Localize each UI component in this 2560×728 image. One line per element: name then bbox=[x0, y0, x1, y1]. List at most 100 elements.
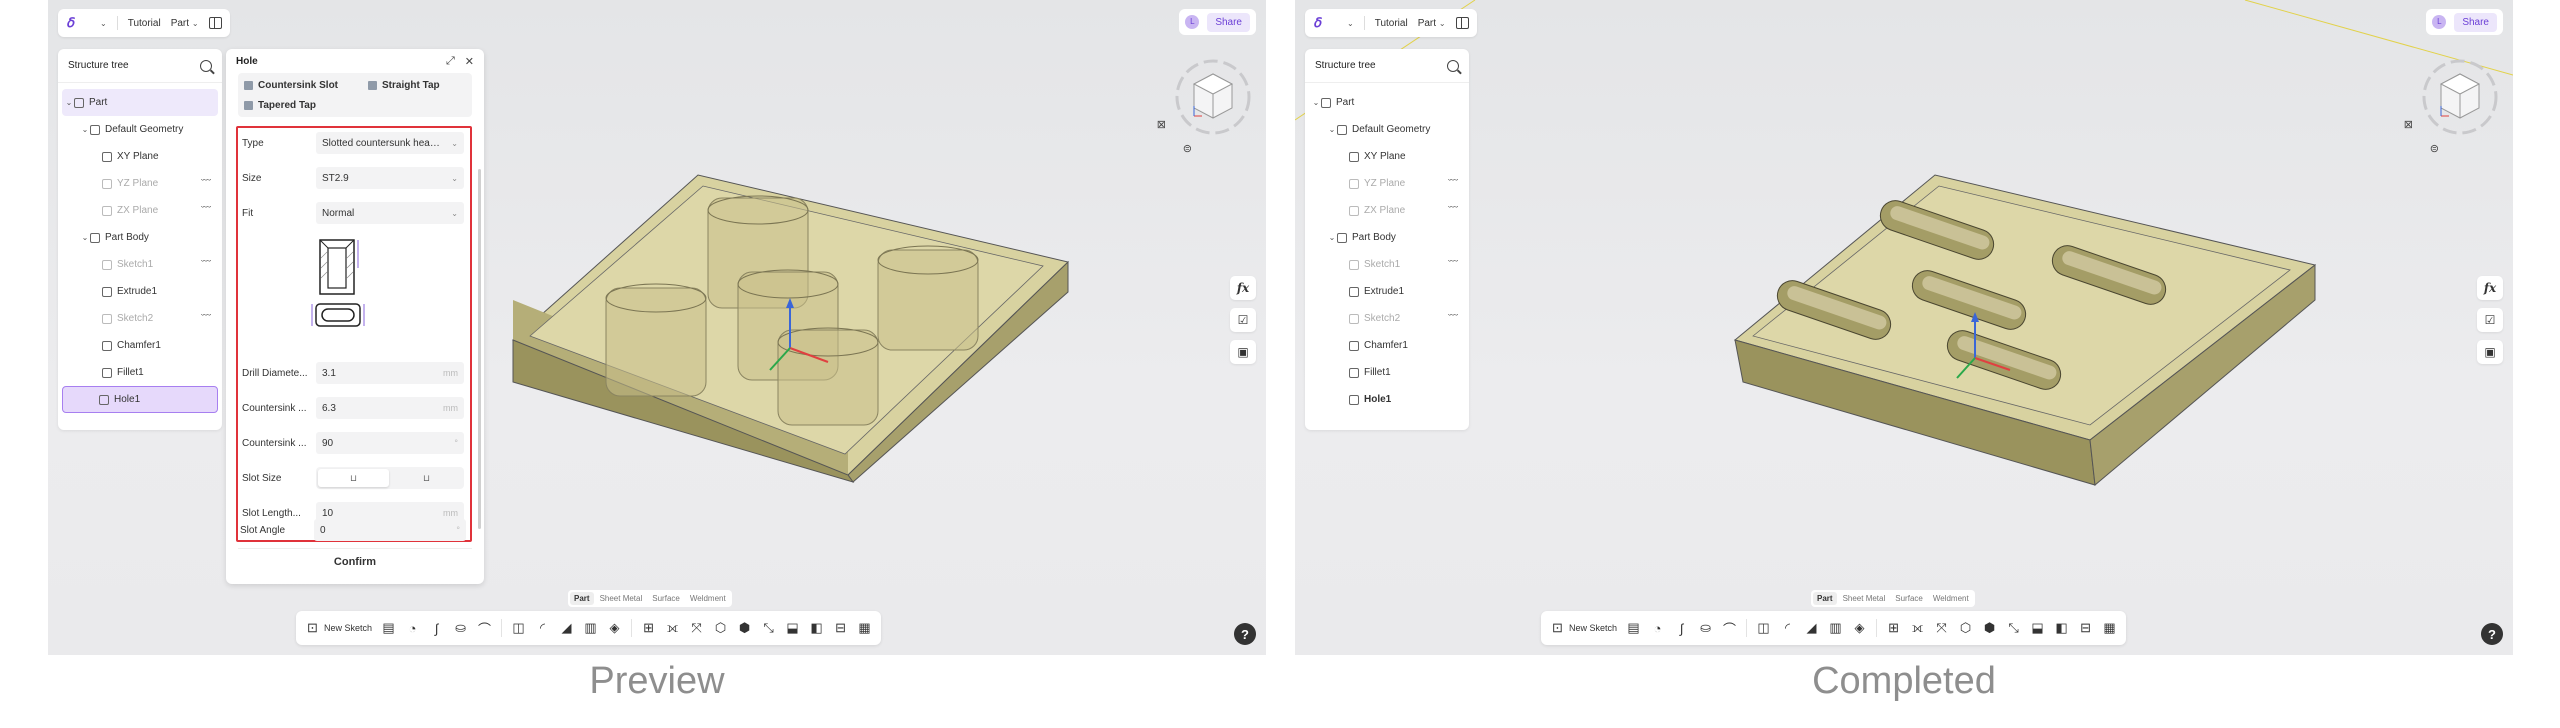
section-icon[interactable]: ⊟ bbox=[833, 620, 848, 636]
boolean-icon[interactable]: ⬡ bbox=[713, 620, 728, 636]
help-button[interactable]: ? bbox=[2481, 623, 2503, 645]
tree-item-hole1[interactable]: Hole1 bbox=[62, 386, 218, 413]
shell-icon[interactable]: ▥ bbox=[1828, 620, 1843, 636]
drill-diameter-input[interactable]: 3.1 mm bbox=[316, 362, 464, 384]
offset-icon[interactable]: ◧ bbox=[809, 620, 824, 636]
view-settings-icon[interactable]: ⊜ bbox=[1183, 142, 1192, 155]
tree-item-sketch2[interactable]: Sketch2 bbox=[62, 305, 218, 332]
eye-closed-icon[interactable] bbox=[1448, 203, 1457, 218]
formula-button[interactable]: fx bbox=[1230, 276, 1256, 300]
eye-closed-icon[interactable] bbox=[1448, 176, 1457, 191]
doc-type-menu[interactable]: Part ⌄ bbox=[1418, 18, 1446, 29]
tab-weldment[interactable]: Weldment bbox=[686, 592, 730, 605]
confirm-button[interactable]: Confirm bbox=[238, 548, 472, 574]
sweep-icon[interactable]: ∫ bbox=[1674, 621, 1689, 636]
type-select[interactable]: Slotted countersunk head t... ⌄ bbox=[316, 132, 464, 154]
share-button[interactable]: Share bbox=[1207, 12, 1250, 32]
tree-item-chamfer1[interactable]: Chamfer1 bbox=[1309, 332, 1465, 359]
slot-angle-input[interactable]: 0 ° bbox=[314, 519, 466, 541]
tree-item-fillet1[interactable]: Fillet1 bbox=[1309, 359, 1465, 386]
tab-straight-tap[interactable]: Straight Tap bbox=[368, 75, 440, 95]
tab-sheet-metal[interactable]: Sheet Metal bbox=[1839, 592, 1890, 605]
draft-icon[interactable]: ◈ bbox=[607, 620, 622, 636]
tree-item-xy-plane[interactable]: XY Plane bbox=[1309, 143, 1465, 170]
avatar[interactable]: L bbox=[1185, 15, 1200, 29]
chamfer-icon[interactable]: ◢ bbox=[1804, 620, 1819, 636]
new-sketch-button[interactable]: ⊡ New Sketch bbox=[1550, 620, 1617, 636]
mirror-icon[interactable]: ⟗ bbox=[665, 620, 680, 636]
view-cube-icon[interactable] bbox=[1172, 56, 1254, 138]
measure-icon[interactable]: ▣ bbox=[2477, 340, 2503, 364]
tab-surface[interactable]: Surface bbox=[648, 592, 684, 605]
eye-closed-icon[interactable] bbox=[1448, 311, 1457, 326]
slot-size-option-2-icon[interactable]: ⊔ bbox=[391, 469, 462, 487]
chevron-down-icon[interactable]: ⌄ bbox=[1311, 98, 1321, 107]
share-button[interactable]: Share bbox=[2454, 12, 2497, 32]
extrude-icon[interactable]: ▤ bbox=[381, 620, 396, 636]
tree-item-sketch1[interactable]: Sketch1 bbox=[62, 251, 218, 278]
close-icon[interactable]: ✕ bbox=[465, 55, 474, 68]
move-icon[interactable]: ⤧ bbox=[1934, 620, 1949, 636]
eye-closed-icon[interactable] bbox=[201, 176, 210, 191]
breadcrumb-tutorial[interactable]: Tutorial bbox=[128, 18, 161, 29]
checklist-icon[interactable]: ☑ bbox=[2477, 308, 2503, 332]
hole-icon[interactable]: ◫ bbox=[1756, 620, 1771, 636]
help-button[interactable]: ? bbox=[1234, 623, 1256, 645]
size-select[interactable]: ST2.9 ⌄ bbox=[316, 167, 464, 189]
tree-item-default-geometry[interactable]: ⌄ Default Geometry bbox=[62, 116, 218, 143]
fillet-icon[interactable]: ◜ bbox=[535, 620, 550, 636]
scale-icon[interactable]: ⤡ bbox=[2006, 620, 2021, 636]
thicken-icon[interactable]: ⬓ bbox=[2030, 620, 2045, 636]
chamfer-icon[interactable]: ◢ bbox=[559, 620, 574, 636]
tree-item-zx-plane[interactable]: ZX Plane bbox=[1309, 197, 1465, 224]
chevron-down-icon[interactable]: ⌄ bbox=[80, 233, 90, 242]
search-icon[interactable] bbox=[1447, 59, 1459, 72]
thicken-icon[interactable]: ⬓ bbox=[785, 620, 800, 636]
pattern-icon[interactable]: ⊞ bbox=[641, 620, 656, 636]
fit-select[interactable]: Normal ⌄ bbox=[316, 202, 464, 224]
sidebar-toggle-icon[interactable] bbox=[1455, 17, 1469, 29]
chevron-down-icon[interactable]: ⌄ bbox=[1347, 19, 1354, 28]
fillet-icon[interactable]: ◜ bbox=[1780, 620, 1795, 636]
tree-item-extrude1[interactable]: Extrude1 bbox=[62, 278, 218, 305]
countersink-angle-input[interactable]: 90 ° bbox=[316, 432, 464, 454]
tab-sheet-metal[interactable]: Sheet Metal bbox=[596, 592, 647, 605]
move-icon[interactable]: ⤧ bbox=[689, 620, 704, 636]
new-sketch-button[interactable]: ⊡ New Sketch bbox=[305, 620, 372, 636]
tree-item-default-geometry[interactable]: ⌄ Default Geometry bbox=[1309, 116, 1465, 143]
hole-icon[interactable]: ◫ bbox=[511, 620, 526, 636]
tree-item-yz-plane[interactable]: YZ Plane bbox=[1309, 170, 1465, 197]
scale-icon[interactable]: ⤡ bbox=[761, 620, 776, 636]
tree-item-sketch1[interactable]: Sketch1 bbox=[1309, 251, 1465, 278]
eye-closed-icon[interactable] bbox=[1448, 257, 1457, 272]
tab-weldment[interactable]: Weldment bbox=[1929, 592, 1973, 605]
loft-icon[interactable]: ⛀ bbox=[1698, 620, 1713, 636]
countersink-diameter-input[interactable]: 6.3 mm bbox=[316, 397, 464, 419]
sidebar-toggle-icon[interactable] bbox=[208, 17, 222, 29]
render-icon[interactable]: ▦ bbox=[2102, 620, 2117, 636]
model-viewport[interactable] bbox=[1295, 0, 2513, 655]
tree-item-part[interactable]: ⌄ Part bbox=[1309, 89, 1465, 116]
rib-icon[interactable]: ⌒ bbox=[477, 621, 492, 637]
search-icon[interactable] bbox=[200, 59, 212, 72]
chevron-down-icon[interactable]: ⌄ bbox=[1327, 233, 1337, 242]
eye-closed-icon[interactable] bbox=[201, 203, 210, 218]
eye-closed-icon[interactable] bbox=[201, 311, 210, 326]
chevron-down-icon[interactable]: ⌄ bbox=[100, 19, 107, 28]
offset-icon[interactable]: ◧ bbox=[2054, 620, 2069, 636]
loft-icon[interactable]: ⛀ bbox=[453, 620, 468, 636]
sweep-icon[interactable]: ∫ bbox=[429, 621, 444, 636]
tab-countersink-slot[interactable]: Countersink Slot bbox=[244, 75, 338, 95]
fit-view-icon[interactable]: ⊠ bbox=[1157, 118, 1166, 131]
draft-icon[interactable]: ◈ bbox=[1852, 620, 1867, 636]
eye-closed-icon[interactable] bbox=[201, 257, 210, 272]
avatar[interactable]: L bbox=[2432, 15, 2447, 29]
tree-item-part[interactable]: ⌄ Part bbox=[62, 89, 218, 116]
tab-surface[interactable]: Surface bbox=[1891, 592, 1927, 605]
chevron-down-icon[interactable]: ⌄ bbox=[80, 125, 90, 134]
extrude-icon[interactable]: ▤ bbox=[1626, 620, 1641, 636]
tree-item-yz-plane[interactable]: YZ Plane bbox=[62, 170, 218, 197]
pattern-icon[interactable]: ⊞ bbox=[1886, 620, 1901, 636]
pin-icon[interactable]: ⤢ bbox=[446, 55, 455, 68]
tree-item-sketch2[interactable]: Sketch2 bbox=[1309, 305, 1465, 332]
